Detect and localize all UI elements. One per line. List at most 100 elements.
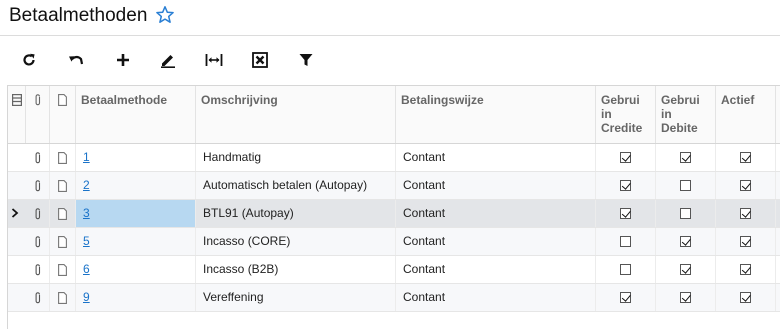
omschrijving-cell: Handmatig [196,144,396,171]
betalingswijze-cell: Contant [396,144,596,171]
attachment-cell[interactable] [26,228,50,255]
col-header-betaalmethode[interactable]: Betaalmethode [76,86,196,143]
crediteuren-checkbox[interactable] [620,180,631,191]
notes-cell[interactable] [50,284,76,311]
notes-cell[interactable] [50,200,76,227]
omschrijving-cell: Automatisch betalen (Autopay) [196,172,396,199]
filter-icon [299,54,313,66]
crediteuren-cell [596,256,656,283]
actief-checkbox[interactable] [740,208,751,219]
attachment-cell[interactable] [26,256,50,283]
debiteuren-checkbox[interactable] [680,180,691,191]
notes-cell[interactable] [50,228,76,255]
debiteuren-cell [656,256,716,283]
crediteuren-checkbox[interactable] [620,152,631,163]
debiteuren-checkbox[interactable] [680,264,691,275]
debiteuren-checkbox[interactable] [680,292,691,303]
refresh-button[interactable] [16,49,42,71]
debiteuren-cell [656,200,716,227]
notes-cell[interactable] [50,144,76,171]
toolbar [0,37,780,83]
fit-width-icon [205,54,223,66]
paperclip-icon [35,235,40,247]
undo-button[interactable] [63,49,89,71]
col-header-actief[interactable]: Actief [716,86,776,143]
export-excel-button[interactable] [247,49,273,71]
attachment-cell[interactable] [26,200,50,227]
debiteuren-checkbox[interactable] [680,152,691,163]
title-bar: Betaalmethoden [0,0,780,36]
betalingswijze-cell: Contant [396,256,596,283]
betalingswijze-cell: Contant [396,200,596,227]
notes-cell[interactable] [50,256,76,283]
filter-button[interactable] [293,49,319,71]
attachment-column-header [26,86,50,143]
table-row[interactable]: 2 Automatisch betalen (Autopay) Contant [8,172,780,200]
betaalmethode-cell: 6 [76,256,196,283]
attachment-cell[interactable] [26,172,50,199]
actief-checkbox[interactable] [740,180,751,191]
edit-button[interactable] [155,49,181,71]
crediteuren-cell [596,228,656,255]
actief-checkbox[interactable] [740,264,751,275]
betaalmethode-cell: 2 [76,172,196,199]
col-header-gebruikt-debiteuren[interactable]: Gebrui in Debite [656,86,716,143]
fit-width-button[interactable] [201,49,227,71]
actief-checkbox[interactable] [740,236,751,247]
document-icon [58,151,67,164]
table-row[interactable]: 3 BTL91 (Autopay) Contant [8,200,780,228]
col-header-omschrijving[interactable]: Omschrijving [196,86,396,143]
crediteuren-cell [596,200,656,227]
col-header-betalingswijze[interactable]: Betalingswijze [396,86,596,143]
col-header-gebruikt-crediteuren[interactable]: Gebrui in Credite [596,86,656,143]
betaalmethode-cell: 3 [76,200,196,227]
betaalmethode-cell: 9 [76,284,196,311]
attachment-cell[interactable] [26,144,50,171]
excel-icon [252,52,268,68]
debiteuren-checkbox[interactable] [680,208,691,219]
data-grid: Betaalmethode Omschrijving Betalingswijz… [7,85,780,329]
document-icon [58,94,67,106]
betalingswijze-cell: Contant [396,172,596,199]
actief-cell [716,284,776,311]
document-icon [58,263,67,276]
pencil-icon [161,55,175,68]
omschrijving-cell: Incasso (B2B) [196,256,396,283]
notes-cell[interactable] [50,172,76,199]
betaalmethode-link[interactable]: 2 [83,178,90,192]
attachment-cell[interactable] [26,284,50,311]
debiteuren-checkbox[interactable] [680,236,691,247]
omschrijving-cell: Vereffening [196,284,396,311]
document-icon [58,179,67,192]
betaalmethode-cell: 5 [76,228,196,255]
add-button[interactable] [110,49,136,71]
paperclip-icon [35,207,40,219]
betaalmethode-link[interactable]: 3 [83,206,90,220]
table-row[interactable]: 9 Vereffening Contant [8,284,780,312]
crediteuren-checkbox[interactable] [620,264,631,275]
betalingswijze-cell: Contant [396,284,596,311]
crediteuren-checkbox[interactable] [620,236,631,247]
actief-checkbox[interactable] [740,292,751,303]
paperclip-icon [35,291,40,303]
actief-cell [716,144,776,171]
star-icon[interactable] [155,5,175,25]
betalingswijze-cell: Contant [396,228,596,255]
actief-checkbox[interactable] [740,152,751,163]
table-row[interactable]: 6 Incasso (B2B) Contant [8,256,780,284]
table-row[interactable]: 5 Incasso (CORE) Contant [8,228,780,256]
column-chooser-button[interactable] [8,86,26,143]
table-row[interactable]: 1 Handmatig Contant [8,144,780,172]
undo-icon [69,55,84,65]
betaalmethode-link[interactable]: 5 [83,234,90,248]
plus-icon [117,54,129,66]
betaalmethode-link[interactable]: 1 [83,150,90,164]
omschrijving-cell: BTL91 (Autopay) [196,200,396,227]
refresh-icon [23,53,35,66]
betaalmethode-link[interactable]: 9 [83,290,90,304]
actief-cell [716,172,776,199]
crediteuren-checkbox[interactable] [620,208,631,219]
betaalmethode-link[interactable]: 6 [83,262,90,276]
crediteuren-checkbox[interactable] [620,292,631,303]
notes-column-header [50,86,76,143]
